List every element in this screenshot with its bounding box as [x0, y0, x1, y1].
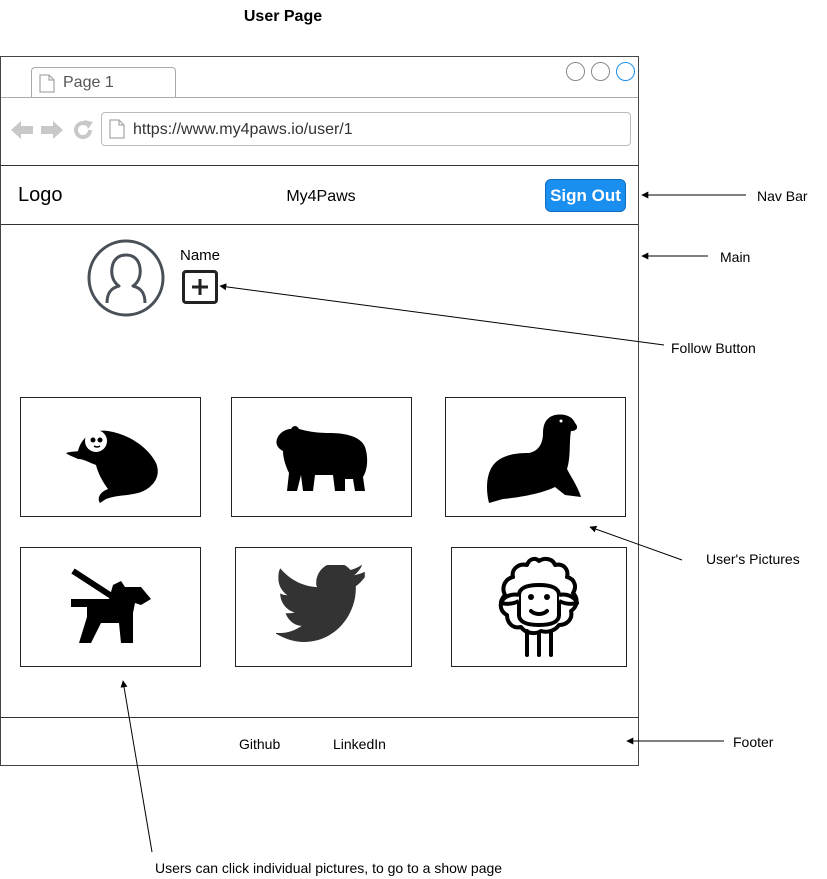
arrow-click-note	[120, 680, 153, 853]
arrow-follow-button	[219, 283, 665, 346]
arrow-users-pictures	[589, 525, 683, 561]
annotation-arrows	[120, 191, 746, 853]
